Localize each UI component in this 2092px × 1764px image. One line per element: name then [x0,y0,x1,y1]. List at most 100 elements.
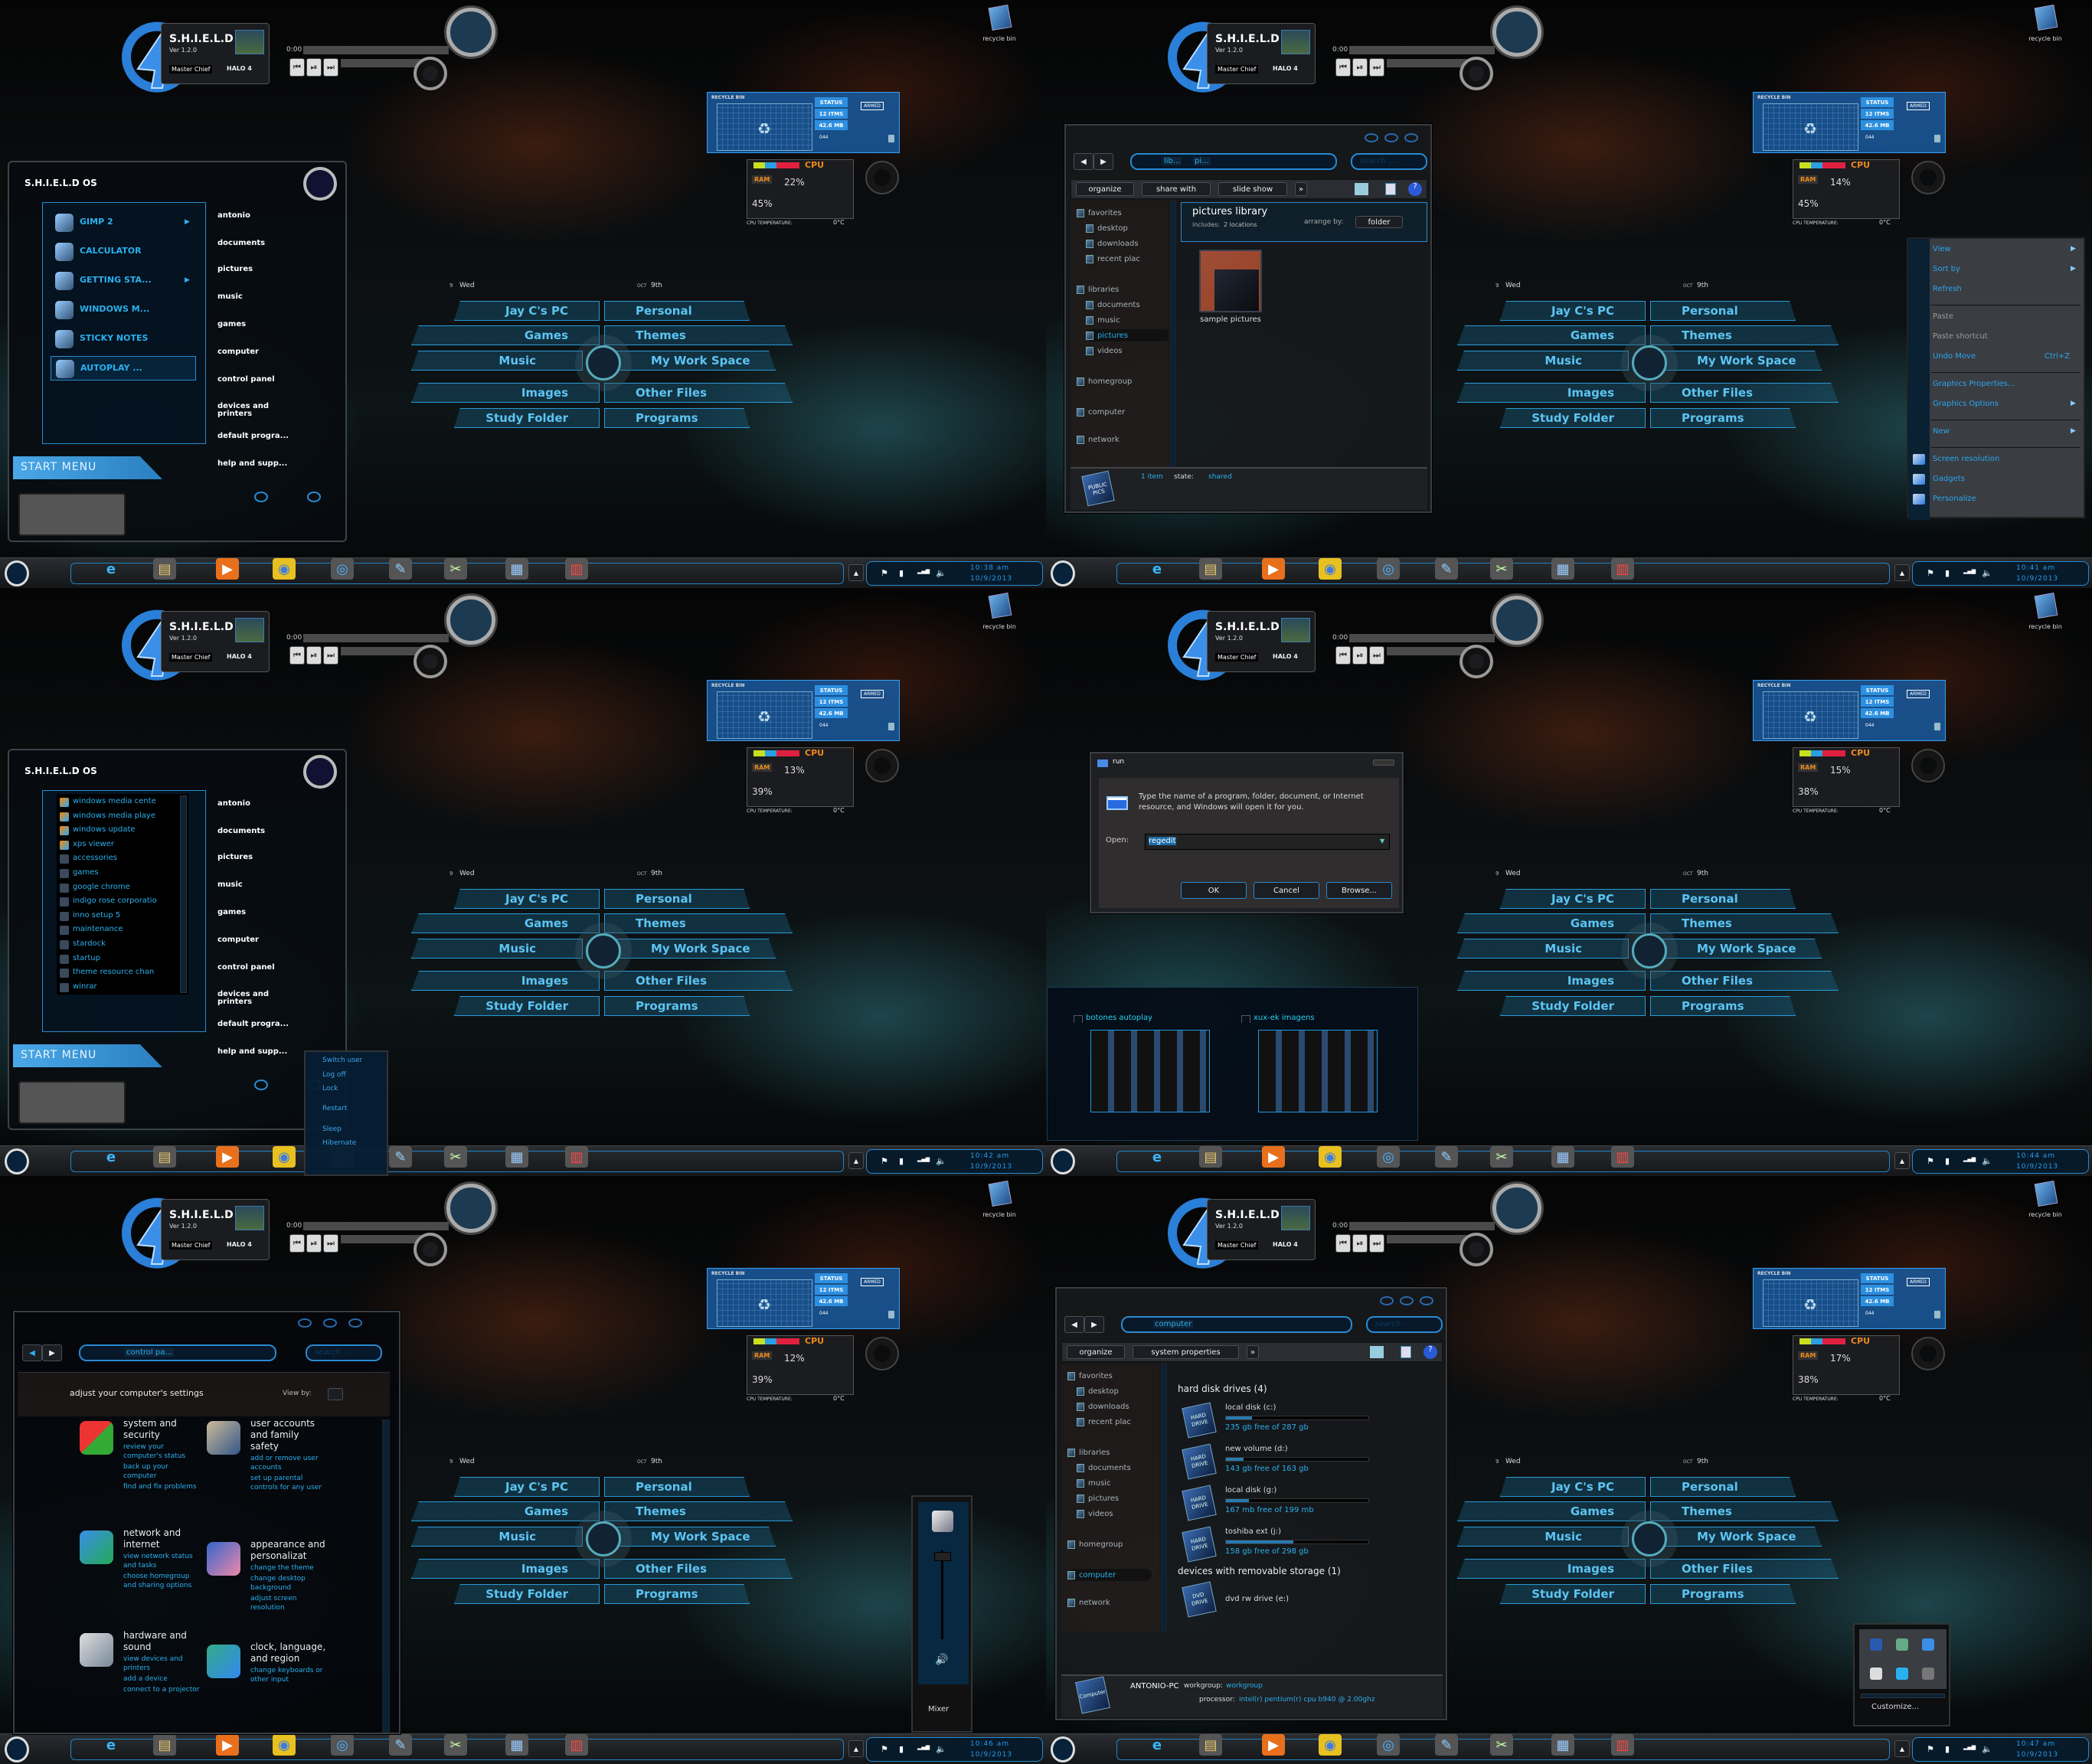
recycle-empty-icon[interactable] [888,1311,894,1318]
volume-slider-thumb[interactable] [934,1552,951,1561]
speaker-icon[interactable]: 🔈 [936,1156,951,1168]
show-hidden-icons-button[interactable]: ▲ [1894,1740,1910,1757]
taskbar-windows-explorer[interactable]: ▤ [1199,558,1222,580]
taskbar-windows-explorer[interactable]: ▤ [153,1146,176,1168]
folder-item-sample-pictures[interactable]: sample pictures [1196,250,1265,334]
pinned-item-windows-media-center[interactable]: WINDOWS M... [51,298,196,322]
place-control-panel[interactable]: control panel [217,375,275,384]
minimize-button[interactable] [1365,133,1378,142]
player-progress-bar[interactable] [1349,1222,1495,1230]
speaker-icon[interactable]: 🔈 [1982,1156,1997,1168]
security-shield-icon[interactable] [1896,1668,1908,1680]
next-button[interactable]: ⏭ [1369,1234,1384,1253]
start-menu-dial-button[interactable] [303,755,337,789]
nav-network[interactable]: network [1077,433,1161,446]
place-pictures[interactable]: pictures [217,853,253,861]
ring-item-music[interactable]: Music [411,351,583,371]
program-item[interactable]: windows media playe [58,811,181,824]
menu-item-refresh[interactable]: Refresh [1908,282,2084,299]
nav-desktop[interactable]: desktop [1077,1385,1159,1397]
taskbar-windows-explorer[interactable]: ▤ [153,1734,176,1756]
view-by-dropdown[interactable] [328,1388,343,1400]
taskbar-windows-explorer[interactable]: ▤ [153,558,176,580]
power-restart[interactable]: Restart [322,1105,347,1112]
nav-music[interactable]: music [1077,1477,1159,1489]
toolbar-organize-button[interactable]: organize [1067,1345,1125,1359]
place-music[interactable]: music [217,292,243,301]
thumbnail-botones-autoplay[interactable] [1090,1030,1210,1112]
ok-button[interactable]: OK [1181,882,1247,899]
ring-item-themes[interactable]: Themes [1650,913,1839,933]
menu-item-graphics-properties-[interactable]: Graphics Properties... [1908,377,2084,394]
ring-item-music[interactable]: Music [411,1527,583,1547]
category-link[interactable]: change desktop background [250,1574,327,1592]
ring-center-emblem[interactable] [1632,933,1667,969]
taskbar-google-chrome[interactable]: ◉ [273,1734,296,1756]
maximize-button[interactable] [323,1318,337,1328]
maximize-button[interactable] [1384,133,1398,142]
program-item[interactable]: xps viewer [58,839,181,852]
droplet-icon[interactable] [1870,1668,1882,1680]
play-pause-button[interactable]: ⏯ [306,646,322,665]
menu-item-screen-resolution[interactable]: Screen resolution [1908,452,2084,469]
toolbar-system-properties-button[interactable]: system properties [1133,1345,1239,1359]
forward-button[interactable]: ▶ [42,1344,62,1361]
show-hidden-icons-button[interactable]: ▲ [1894,564,1910,581]
program-item[interactable]: stardock [58,939,181,952]
ring-item-my-work-space[interactable]: My Work Space [1650,351,1822,371]
recycle-bin-icon[interactable] [2034,4,2058,31]
view-options-button[interactable] [1370,1346,1384,1358]
thumbnail-xux-ek-imagens[interactable] [1258,1030,1378,1112]
ring-item-programs[interactable]: Programs [604,996,750,1016]
taskbar-windows-explorer[interactable]: ▤ [1199,1146,1222,1168]
close-button[interactable] [348,1318,362,1328]
pinned-item-autoplay[interactable]: AUTOPLAY ... [51,356,196,381]
ring-item-themes[interactable]: Themes [604,325,793,345]
ring-item-my-work-space[interactable]: My Work Space [604,351,776,371]
ring-item-games[interactable]: Games [1457,913,1646,933]
next-button[interactable]: ⏭ [323,646,338,665]
usb-safe-remove-icon[interactable] [1896,1638,1908,1651]
category-link[interactable]: view devices and printers [123,1655,200,1673]
taskbar-internet-explorer[interactable]: e [100,558,123,580]
ring-item-programs[interactable]: Programs [604,1584,750,1604]
next-button[interactable]: ⏭ [1369,58,1384,77]
category-link[interactable]: change the theme [250,1563,327,1573]
category-link[interactable]: view network status and tasks [123,1552,200,1570]
search-box[interactable]: search ... [1351,153,1427,170]
shutdown-button[interactable] [254,1080,268,1090]
ring-item-other-files[interactable]: Other Files [604,971,793,991]
ring-item-themes[interactable]: Themes [1650,1501,1839,1521]
signal-icon[interactable]: ▂▄▆ [1963,1744,1979,1756]
player-progress-bar[interactable] [303,46,449,54]
display-icon[interactable] [1870,1638,1882,1651]
program-item[interactable]: games [58,867,181,880]
nav-videos[interactable]: videos [1086,345,1169,357]
play-pause-button[interactable]: ⏯ [1352,646,1368,665]
taskbar-windows-media-player[interactable]: ▶ [1262,1734,1285,1756]
nav-favorites[interactable]: favorites [1067,1370,1152,1382]
previous-button[interactable]: ⏮ [1335,646,1351,665]
player-progress-bar[interactable] [303,634,449,642]
ring-item-jay-c-s-pc[interactable]: Jay C's PC [1500,889,1646,909]
mute-button[interactable]: 🔊 [935,1654,952,1669]
taskbar-remote-desktop[interactable]: ▦ [505,1146,528,1168]
dvd-drive-item[interactable]: DVD DRIVE dvd rw drive (e:) [1182,1581,1436,1619]
taskbar-autoplay[interactable]: ◎ [1377,1146,1400,1168]
place-games[interactable]: games [217,908,246,916]
taskbar-internet-explorer[interactable]: e [100,1146,123,1168]
ring-item-games[interactable]: Games [411,1501,600,1521]
category-title[interactable]: hardware and sound [123,1630,200,1653]
ring-item-images[interactable]: Images [1457,971,1646,991]
ring-item-jay-c-s-pc[interactable]: Jay C's PC [454,889,600,909]
taskbar-control-panel[interactable]: ▥ [1611,1734,1634,1756]
ring-item-games[interactable]: Games [411,913,600,933]
previous-button[interactable]: ⏮ [1335,1234,1351,1253]
category-link[interactable]: find and fix problems [123,1482,200,1491]
arrange-by-dropdown[interactable]: folder [1355,216,1403,228]
menu-item-paste-shortcut[interactable]: Paste shortcut [1908,329,2084,346]
minimize-button[interactable] [1380,1296,1394,1305]
preview-pane-button[interactable] [1385,183,1396,195]
nav-network[interactable]: network [1067,1596,1152,1609]
forward-button[interactable]: ▶ [1093,153,1113,170]
